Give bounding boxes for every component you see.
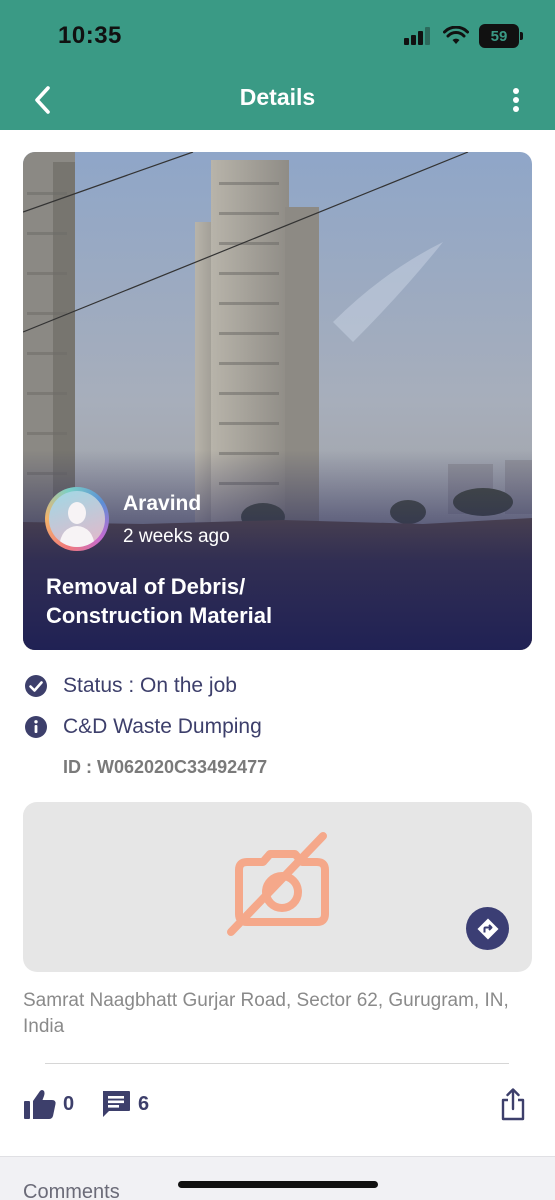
comment-icon (103, 1091, 130, 1117)
category-row: C&D Waste Dumping (24, 715, 262, 739)
directions-button[interactable] (466, 907, 509, 950)
thumbs-up-icon (24, 1090, 56, 1119)
comment-button[interactable]: 6 (100, 1088, 149, 1120)
status-text: Status : On the job (63, 674, 237, 697)
comments-heading: Comments (23, 1181, 120, 1200)
person-silhouette-icon (59, 502, 95, 547)
author-name: Aravind (123, 492, 202, 515)
status-bar: 10:35 59 (0, 0, 555, 70)
directions-icon (477, 918, 498, 939)
home-indicator[interactable] (178, 1181, 378, 1188)
action-bar: 0 6 (23, 1086, 532, 1126)
more-vertical-icon (513, 88, 519, 112)
report-photo-card[interactable]: Aravind 2 weeks ago Removal of Debris/ C… (23, 152, 532, 650)
share-button[interactable] (498, 1086, 528, 1122)
signal-icon (404, 27, 430, 45)
info-circle-icon (24, 715, 48, 739)
battery-indicator: 59 (479, 24, 523, 48)
like-button[interactable]: 0 (23, 1088, 74, 1120)
post-time: 2 weeks ago (123, 526, 230, 547)
comments-section: Comments (0, 1156, 555, 1200)
more-options-button[interactable] (501, 80, 531, 120)
comment-count: 6 (138, 1092, 150, 1115)
like-count: 0 (63, 1092, 75, 1115)
location-address: Samrat Naagbhatt Gurjar Road, Sector 62,… (23, 990, 509, 1037)
divider (45, 1063, 509, 1064)
status-icons: 59 (403, 24, 523, 48)
status-time: 10:35 (58, 22, 122, 49)
no-camera-icon (227, 832, 329, 936)
category-text: C&D Waste Dumping (63, 715, 262, 738)
avatar[interactable] (45, 487, 109, 551)
report-id: ID : W062020C33492477 (63, 757, 268, 777)
status-row: Status : On the job (24, 674, 237, 698)
report-title: Removal of Debris/ Construction Material (46, 574, 273, 628)
details-screen: 10:35 59 Details Aravind 2 weeks ago Rem… (0, 0, 555, 1200)
share-icon (501, 1088, 525, 1121)
page-title: Details (239, 84, 316, 110)
nav-bar: Details (0, 70, 555, 128)
avatar-image (49, 491, 105, 547)
location-image-placeholder (23, 802, 532, 972)
wifi-icon (443, 26, 469, 44)
check-circle-icon (24, 674, 48, 698)
app-header: 10:35 59 Details (0, 0, 555, 130)
